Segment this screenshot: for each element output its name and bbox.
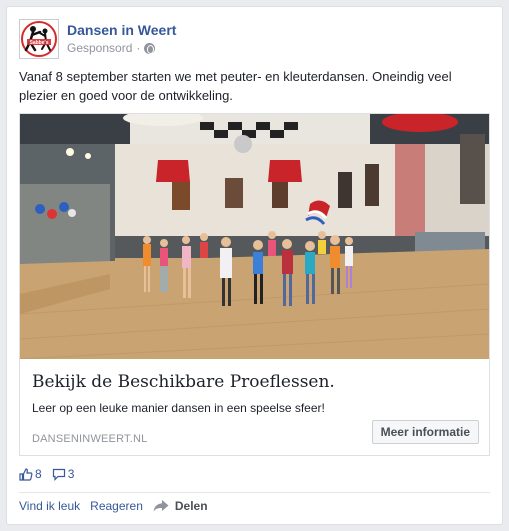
link-title[interactable]: Bekijk de Beschikbare Proeflessen.	[32, 371, 477, 393]
dance-logo-icon: Sabbe's	[21, 21, 57, 57]
comments-count[interactable]: 3	[52, 467, 75, 481]
post-meta: Dansen in Weert Gesponsord ·	[67, 21, 176, 59]
like-link[interactable]: Vind ik leuk	[19, 499, 80, 513]
share-arrow-icon	[153, 500, 169, 512]
more-info-button[interactable]: Meer informatie	[371, 420, 479, 444]
separator-dot: ·	[136, 41, 141, 55]
globe-icon[interactable]	[144, 42, 156, 54]
engagement-stats: 8 3	[19, 467, 84, 481]
dance-class-photo[interactable]	[20, 114, 489, 359]
share-link[interactable]: Delen	[153, 499, 208, 513]
link-description: Leer op een leuke manier dansen in een s…	[32, 401, 325, 415]
dance-studio-image	[20, 114, 489, 359]
page-avatar[interactable]: Sabbe's	[19, 19, 59, 59]
likes-value: 8	[35, 467, 42, 481]
post-text: Vanaf 8 september starten we met peuter-…	[19, 69, 452, 103]
comment-bubble-icon	[52, 468, 65, 481]
actions-divider	[19, 492, 490, 493]
comments-value: 3	[67, 467, 75, 481]
link-domain: DANSENINWEERT.NL	[32, 433, 148, 445]
logo-text: Sabbe's	[30, 40, 49, 46]
thumbs-up-icon	[19, 467, 33, 481]
sponsored-line: Gesponsord ·	[67, 39, 176, 57]
comment-link[interactable]: Reageren	[90, 499, 143, 513]
link-preview[interactable]: Bekijk de Beschikbare Proeflessen. Leer …	[20, 359, 489, 455]
post-header: Sabbe's Dansen in Weert Gesponsord ·	[19, 19, 176, 59]
share-label: Delen	[174, 499, 208, 513]
link-attachment[interactable]: Bekijk de Beschikbare Proeflessen. Leer …	[19, 113, 490, 456]
post-actions: Vind ik leuk Reageren Delen	[19, 499, 208, 513]
page-name-link[interactable]: Dansen in Weert	[67, 21, 176, 39]
likes-count[interactable]: 8	[19, 467, 42, 481]
sponsored-label[interactable]: Gesponsord	[67, 39, 132, 57]
sponsored-post-card: Sabbe's Dansen in Weert Gesponsord · Van…	[6, 6, 503, 525]
